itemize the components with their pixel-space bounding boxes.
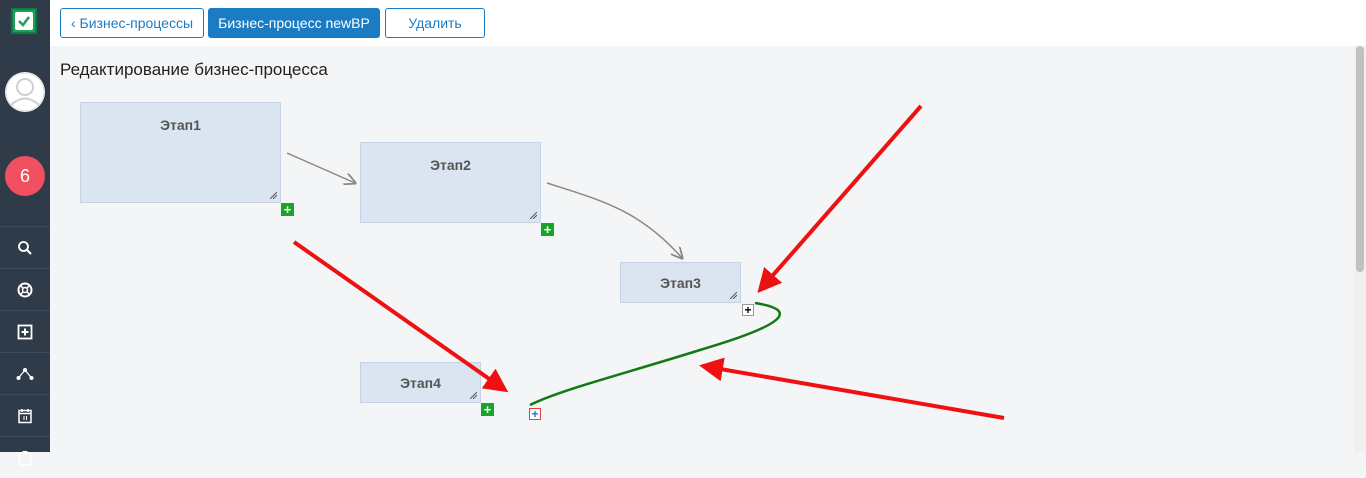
diagram-overlay xyxy=(286,104,1005,420)
vertical-scrollbar[interactable] xyxy=(1354,46,1366,452)
new-link-green xyxy=(529,301,781,407)
annotation-arrow xyxy=(757,104,923,294)
scrollbar-thumb[interactable] xyxy=(1356,46,1364,272)
annotation-arrow xyxy=(292,240,509,393)
link-stage1-stage2 xyxy=(286,152,355,183)
link-stage2-stage3 xyxy=(546,182,682,258)
annotation-arrow xyxy=(699,357,1005,420)
